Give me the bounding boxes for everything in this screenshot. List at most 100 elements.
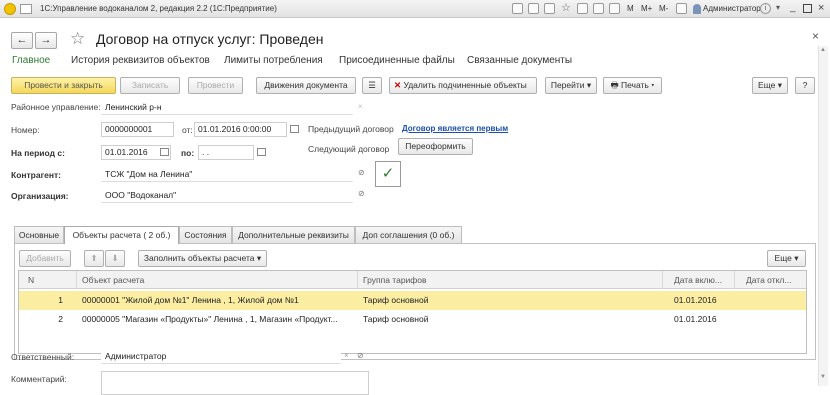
reissue-button[interactable]: Переоформить — [398, 138, 473, 155]
row-date-on: 01.01.2016 — [674, 314, 717, 324]
open-link-icon[interactable]: ⊘ — [358, 168, 365, 177]
report-icon-button[interactable]: ☰ — [362, 77, 382, 94]
move-up-button[interactable]: ⬆ — [84, 250, 104, 267]
objects-table[interactable]: N Объект расчета Группа тарифов Дата вкл… — [18, 270, 807, 354]
table-row[interactable]: 2 00000005 "Магазин «Продукты»" Ленина ,… — [19, 310, 806, 329]
row-date-off — [735, 291, 806, 310]
memory-m-button[interactable]: M — [627, 4, 634, 13]
responsible-field[interactable]: Администратор — [101, 349, 341, 364]
table-header: N Объект расчета Группа тарифов Дата вкл… — [19, 271, 806, 289]
minimize-icon[interactable]: _ — [790, 2, 796, 13]
table-row[interactable]: 1 00000001 "Жилой дом №1" Ленина , 1, Жи… — [19, 291, 806, 310]
dropdown-icon[interactable]: ▾ — [776, 3, 780, 12]
column-header-date-on[interactable]: Дата вклю... — [663, 271, 735, 289]
memory-mplus-button[interactable]: M+ — [641, 4, 652, 13]
help-button[interactable]: ? — [795, 77, 815, 94]
move-down-button[interactable]: ⬇ — [105, 250, 125, 267]
calendar-icon[interactable] — [290, 125, 299, 133]
close-form-icon[interactable]: × — [812, 29, 819, 43]
open-link-icon[interactable]: ⊘ — [358, 189, 365, 198]
district-field[interactable]: Ленинский р-н — [101, 100, 353, 115]
calendar-icon[interactable] — [257, 148, 266, 156]
next-contract-label: Следующий договор — [308, 144, 390, 154]
goto-button[interactable]: Перейти ▾ — [545, 77, 597, 94]
back-button[interactable]: ← — [11, 32, 33, 49]
print-label: Печать — [621, 80, 649, 90]
user-icon — [693, 4, 701, 14]
section-files[interactable]: Присоединенные файлы — [339, 55, 455, 66]
scroll-up-icon[interactable]: ▲ — [820, 47, 826, 53]
prev-contract-link[interactable]: Договор является первым — [402, 124, 508, 133]
memory-mminus-button[interactable]: M- — [659, 4, 668, 13]
chevron-down-icon: ▾ — [648, 80, 655, 90]
tab-states[interactable]: Состояния — [179, 226, 232, 243]
calculator-icon[interactable] — [609, 3, 620, 14]
row-number: 1 — [58, 295, 63, 305]
calendar-icon[interactable] — [593, 3, 604, 14]
row-tariff: Тариф основной — [363, 295, 429, 305]
column-header-object[interactable]: Объект расчета — [77, 271, 358, 289]
more-button[interactable]: Еще ▾ — [752, 77, 788, 94]
print-button[interactable]: 🖶 Печать ▾ — [603, 77, 662, 94]
section-related-docs[interactable]: Связанные документы — [467, 55, 572, 66]
window-title: 1С:Управление водоканалом 2, редакция 2.… — [40, 4, 277, 13]
tab-objects[interactable]: Объекты расчета ( 2 об.) — [64, 226, 179, 244]
grid-more-button[interactable]: Еще ▾ — [767, 250, 806, 267]
window-menu-icon[interactable] — [20, 4, 32, 14]
movements-button[interactable]: Движения документа — [256, 77, 356, 94]
forward-button[interactable]: → — [35, 32, 57, 49]
favorite-star-icon[interactable]: ☆ — [70, 29, 85, 49]
open-link-icon[interactable]: ⊘ — [357, 351, 364, 360]
maximize-icon[interactable] — [803, 4, 812, 13]
add-button[interactable]: Добавить — [19, 250, 71, 267]
form-scrollbar[interactable]: ▲ ▼ — [818, 46, 828, 386]
delete-subordinate-button[interactable]: ✕ Удалить подчиненные объекты — [389, 77, 537, 94]
column-header-date-off[interactable]: Дата откл... — [735, 271, 806, 289]
history-icon[interactable] — [577, 3, 588, 14]
section-main[interactable]: Главное — [12, 55, 50, 66]
save-icon[interactable] — [544, 3, 555, 14]
date-from-label: от: — [182, 125, 193, 135]
column-header-tariff[interactable]: Группа тарифов — [358, 271, 663, 289]
post-button[interactable]: Провести — [188, 77, 243, 94]
post-and-close-button[interactable]: Провести и закрыть — [11, 77, 116, 94]
date-field[interactable]: 01.01.2016 0:00:00 — [194, 122, 287, 137]
prev-contract-label: Предыдущий договор — [308, 124, 394, 134]
grid-more-label: Еще — [774, 253, 792, 263]
row-date-on: 01.01.2016 — [674, 295, 717, 305]
row-tariff: Тариф основной — [363, 314, 429, 324]
tab-main[interactable]: Основные — [14, 226, 64, 243]
clear-icon[interactable]: × — [358, 102, 363, 111]
section-history[interactable]: История реквизитов объектов — [71, 55, 210, 66]
calendar-icon[interactable] — [160, 148, 169, 156]
column-header-n[interactable]: N — [19, 271, 77, 289]
link-icon[interactable] — [512, 3, 523, 14]
panels-icon[interactable] — [676, 3, 687, 14]
organization-field[interactable]: ООО "Водоканал" — [101, 188, 353, 203]
period-label: На период с: — [11, 148, 65, 158]
counterparty-label: Контрагент: — [11, 170, 61, 180]
favorites-star-icon[interactable]: ☆ — [561, 1, 571, 14]
scroll-down-icon[interactable]: ▼ — [820, 374, 826, 380]
write-button[interactable]: Записать — [120, 77, 180, 94]
period-to-label: по: — [181, 148, 195, 158]
checkmark-icon[interactable]: ✓ — [375, 161, 401, 187]
close-window-icon[interactable]: × — [818, 2, 824, 14]
window-titlebar: 1С:Управление водоканалом 2, редакция 2.… — [0, 0, 830, 18]
print-icon[interactable] — [528, 3, 539, 14]
number-label: Номер: — [11, 125, 40, 135]
delete-subordinate-label: Удалить подчиненные объекты — [403, 80, 527, 90]
current-user[interactable]: Администратор — [703, 4, 761, 13]
tab-agreements[interactable]: Доп соглашения (0 об.) — [355, 226, 462, 243]
comment-field[interactable] — [101, 371, 369, 395]
number-field[interactable]: 0000000001 — [101, 122, 174, 137]
goto-label: Перейти — [550, 80, 585, 90]
section-limits[interactable]: Лимиты потребления — [224, 55, 323, 66]
tab-extra-props[interactable]: Дополнительные реквизиты — [232, 226, 355, 243]
info-icon[interactable]: i — [760, 3, 771, 14]
row-date-off — [735, 310, 806, 329]
fill-objects-button[interactable]: Заполнить объекты расчета ▾ — [138, 250, 267, 267]
counterparty-field[interactable]: ТСЖ "Дом на Ленина" — [101, 167, 353, 182]
period-to-field[interactable]: . . — [198, 145, 254, 160]
clear-icon[interactable]: × — [344, 351, 349, 360]
